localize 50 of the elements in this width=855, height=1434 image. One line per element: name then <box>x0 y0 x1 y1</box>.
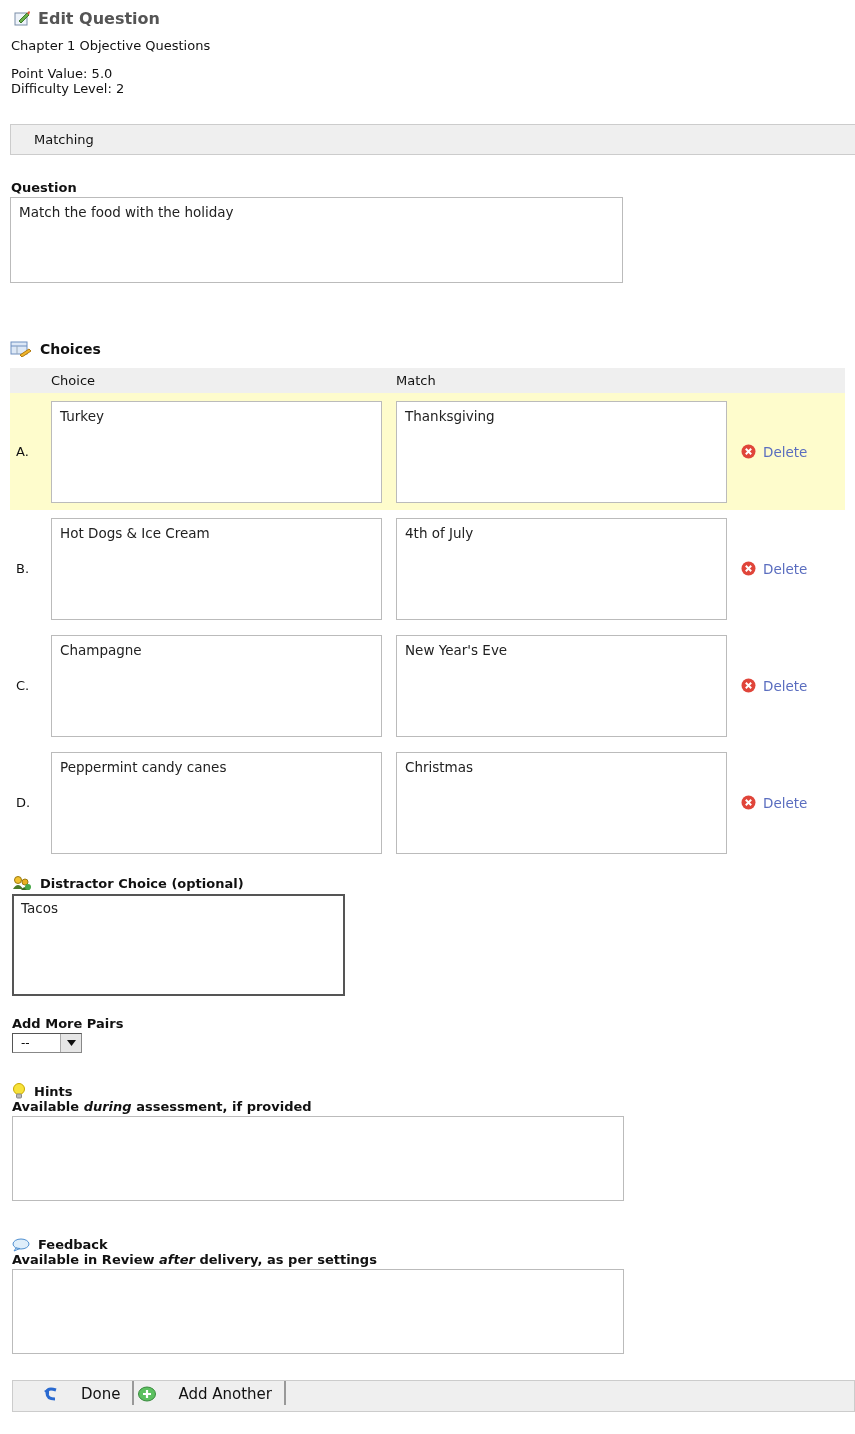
match-field[interactable]: 4th of July <box>396 517 727 620</box>
done-button[interactable]: Done <box>39 1381 135 1405</box>
pencil-note-icon <box>14 10 30 26</box>
distractor-field[interactable]: Tacos <box>12 894 345 996</box>
delete-link[interactable]: Delete <box>763 677 808 694</box>
row-letter: C. <box>15 678 31 693</box>
row-letter: D. <box>15 795 32 810</box>
caret-icon <box>66 1040 76 1046</box>
question-field[interactable]: Match the food with the holiday <box>10 197 623 283</box>
match-field[interactable]: Thanksgiving <box>396 400 727 503</box>
question-type: Matching <box>34 132 94 147</box>
question-label: Question <box>11 180 78 195</box>
row-letter: A. <box>15 444 30 459</box>
point-value: Point Value: 5.0 <box>11 66 114 81</box>
feedback-label: Feedback <box>38 1237 108 1252</box>
delete-icon <box>741 444 756 459</box>
delete-link[interactable]: Delete <box>763 560 808 577</box>
choices-heading: Choices <box>40 341 101 357</box>
page-title: Edit Question <box>38 8 160 28</box>
pawn-group-icon <box>12 875 32 891</box>
pool-name: Chapter 1 Objective Questions <box>11 38 212 53</box>
add-more-pairs-label: Add More Pairs <box>12 1016 125 1031</box>
difficulty-level: Difficulty Level: 2 <box>11 81 126 96</box>
lightbulb-icon <box>12 1083 26 1099</box>
delete-icon <box>741 561 756 576</box>
feedback-note: Available in Review after delivery, as per settings <box>12 1252 378 1267</box>
add-another-button[interactable]: Add Another <box>134 1381 286 1405</box>
choice-field[interactable]: Hot Dogs & Ice Cream <box>51 517 382 620</box>
feedback-field[interactable] <box>12 1269 624 1354</box>
delete-link[interactable]: Delete <box>763 794 808 811</box>
hints-note: Available during assessment, if provided <box>12 1099 313 1114</box>
table-pencil-icon <box>10 341 32 357</box>
pairs-dropdown[interactable]: -- <box>12 1033 82 1053</box>
delete-icon <box>741 678 756 693</box>
hints-label: Hints <box>34 1084 73 1099</box>
row-letter: B. <box>15 561 31 576</box>
match-field[interactable]: Christmas <box>396 751 727 854</box>
column-header: Choice <box>51 373 97 388</box>
delete-icon <box>741 795 756 810</box>
distractor-label: Distractor Choice (optional) <box>40 876 244 891</box>
choice-field[interactable]: Turkey <box>51 400 382 503</box>
speech-bubble-icon <box>12 1238 30 1252</box>
plus-circle-icon <box>138 1386 157 1402</box>
choice-field[interactable]: Champagne <box>51 634 382 737</box>
choice-field[interactable]: Peppermint candy canes <box>51 751 382 854</box>
match-field[interactable]: New Year's Eve <box>396 634 727 737</box>
column-header: Match <box>396 373 436 388</box>
hints-field[interactable] <box>12 1116 624 1201</box>
delete-link[interactable]: Delete <box>763 443 808 460</box>
curved-arrow-icon <box>43 1387 59 1401</box>
